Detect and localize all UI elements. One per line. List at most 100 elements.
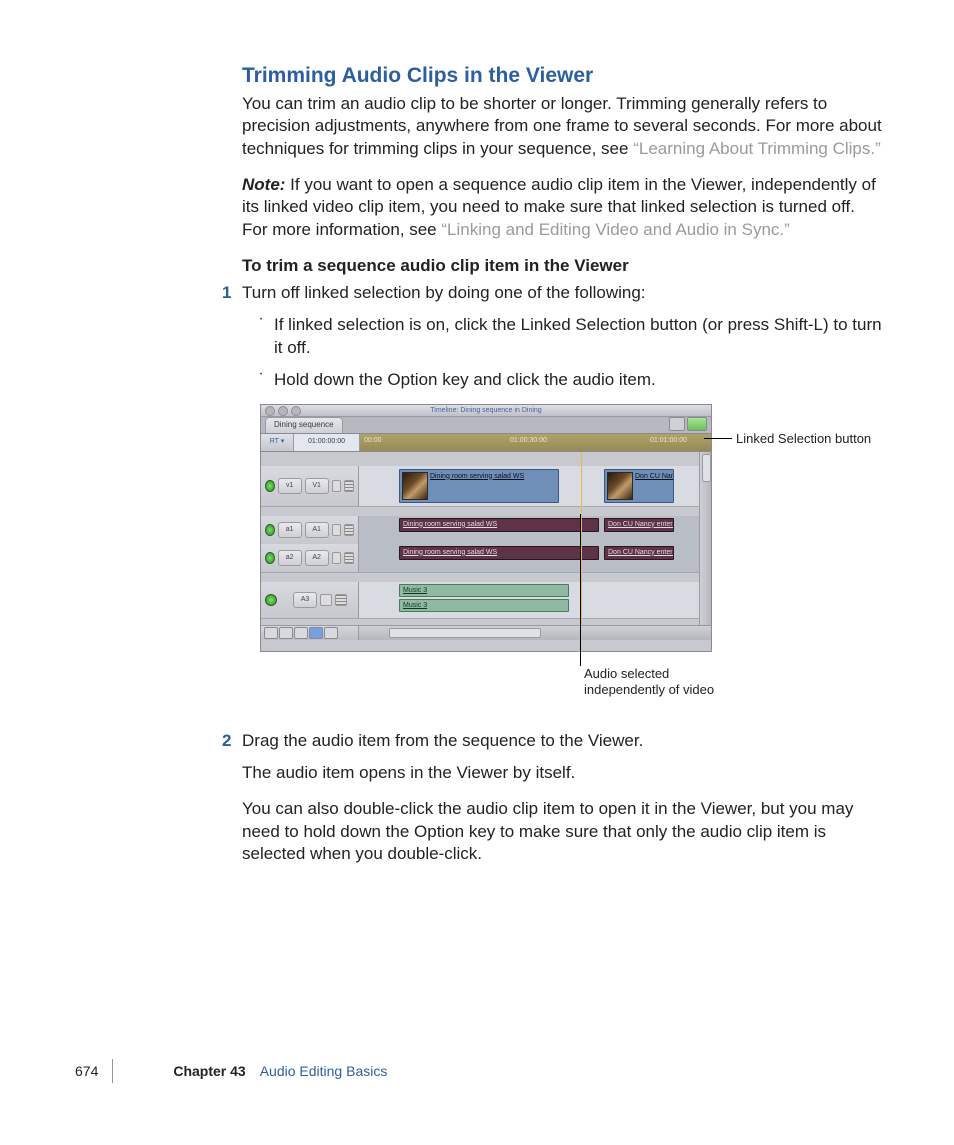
track-v1-lock-icon[interactable] (332, 480, 342, 492)
callout-line-linked (704, 438, 732, 439)
btn-audio-icon[interactable] (264, 627, 278, 639)
xref-linking-editing[interactable]: “Linking and Editing Video and Audio in … (441, 220, 789, 239)
note-label: Note: (242, 175, 290, 194)
note-paragraph: Note: If you want to open a sequence aud… (242, 174, 882, 241)
section-heading: Trimming Audio Clips in the Viewer (242, 62, 882, 90)
clip-a1-don[interactable]: Don CU Nancy enters (604, 518, 674, 532)
toolbar-btn-1[interactable] (669, 417, 685, 431)
chapter-label: Chapter 43 (173, 1062, 245, 1080)
track-v1-dst[interactable]: V1 (305, 478, 329, 494)
callout-audio-line1: Audio selected (584, 666, 669, 681)
horizontal-scrollbar[interactable] (359, 626, 711, 640)
ruler-tick-1: 00:00 (364, 436, 382, 445)
step-1-bullets: If linked selection is on, click the Lin… (260, 314, 882, 391)
track-a3-enable-icon[interactable] (265, 594, 277, 606)
page-number: 674 (75, 1062, 112, 1080)
timeline-figure: Timeline: Dining sequence in Dining Dini… (260, 404, 900, 724)
callout-audio-independent: Audio selected independently of video (584, 666, 714, 700)
ruler-tick-3: 01:01:00:00 (650, 436, 687, 445)
btn-track-height-icon[interactable] (294, 627, 308, 639)
btn-track-layout-icon[interactable] (309, 627, 323, 639)
ruler-tick-2: 01:00:30:00 (510, 436, 547, 445)
time-ruler[interactable]: 00:00 01:00:30:00 01:01:00:00 (360, 434, 711, 451)
track-a2-lane[interactable]: Dining room serving salad WS Don CU Nanc… (359, 544, 699, 572)
step-2-p2: The audio item opens in the Viewer by it… (242, 762, 882, 784)
clip-v1-don-label: Don CU Nancy enters (635, 472, 674, 481)
step-number-2: 2 (222, 730, 231, 752)
step-1-text: Turn off linked selection by doing one o… (242, 283, 646, 302)
track-a1-src[interactable]: a1 (278, 522, 302, 538)
track-a1-dst[interactable]: A1 (305, 522, 329, 538)
track-v1: v1 V1 Dining room serving salad WS Don C… (261, 466, 699, 507)
step-2-text: Drag the audio item from the sequence to… (242, 731, 643, 750)
vertical-scrollbar[interactable] (699, 452, 711, 626)
clip-a1-dining[interactable]: Dining room serving salad WS (399, 518, 599, 532)
track-a1-autoselect-icon[interactable] (344, 524, 354, 536)
track-v1-src[interactable]: v1 (278, 478, 302, 494)
step-2: 2 Drag the audio item from the sequence … (242, 730, 882, 752)
callout-linked-selection: Linked Selection button (736, 430, 871, 447)
window-zoom-dot[interactable] (291, 406, 301, 416)
bullet-2: Hold down the Option key and click the a… (260, 369, 882, 391)
intro-paragraph: You can trim an audio clip to be shorter… (242, 93, 882, 160)
bullet-1: If linked selection is on, click the Lin… (260, 314, 882, 359)
clip-v1-dining[interactable]: Dining room serving salad WS (399, 469, 559, 503)
track-a1: a1 A1 Dining room serving salad WS Don C… (261, 516, 699, 545)
track-a3-lane[interactable]: Music 3 Music 3 (359, 582, 699, 618)
step-2-p3: You can also double-click the audio clip… (242, 798, 882, 865)
sequence-tab[interactable]: Dining sequence (265, 417, 343, 433)
window-title: Timeline: Dining sequence in Dining (430, 407, 541, 414)
track-a1-lock-icon[interactable] (332, 524, 342, 536)
footer-divider (112, 1059, 113, 1083)
steps-title: To trim a sequence audio clip item in th… (242, 255, 882, 277)
track-a2-autoselect-icon[interactable] (344, 552, 354, 564)
clip-thumbnail (402, 472, 428, 500)
clip-a3-music-bot[interactable]: Music 3 (399, 599, 569, 612)
tracks-area: v1 V1 Dining room serving salad WS Don C… (261, 452, 711, 640)
track-v1-header: v1 V1 (261, 466, 359, 506)
track-v1-autoselect-icon[interactable] (344, 480, 354, 492)
track-a2: a2 A2 Dining room serving salad WS Don C… (261, 544, 699, 573)
btn-clip-overlays-icon[interactable] (279, 627, 293, 639)
track-a2-dst[interactable]: A2 (305, 550, 329, 566)
ruler-row: RT ▾ 01:00:00:00 00:00 01:00:30:00 01:01… (261, 434, 711, 452)
track-a1-lane[interactable]: Dining room serving salad WS Don CU Nanc… (359, 516, 699, 544)
track-a2-enable-icon[interactable] (265, 552, 275, 564)
window-close-dot[interactable] (265, 406, 275, 416)
step-1: 1 Turn off linked selection by doing one… (242, 282, 882, 304)
timeline-window: Timeline: Dining sequence in Dining Dini… (260, 404, 712, 652)
current-timecode[interactable]: 01:00:00:00 (294, 434, 359, 451)
page-footer: 674 Chapter 43 Audio Editing Basics (75, 1059, 875, 1083)
clip-a2-dining[interactable]: Dining room serving salad WS (399, 546, 599, 560)
track-a1-enable-icon[interactable] (265, 524, 275, 536)
bottom-bar (261, 625, 711, 640)
track-a3-lock-icon[interactable] (320, 594, 332, 606)
clip-thumbnail (607, 472, 633, 500)
chapter-title: Audio Editing Basics (260, 1062, 388, 1080)
step-number-1: 1 (222, 282, 231, 304)
track-a2-lock-icon[interactable] (332, 552, 342, 564)
window-titlebar: Timeline: Dining sequence in Dining (261, 405, 711, 417)
clip-a2-don[interactable]: Don CU Nancy enters (604, 546, 674, 560)
linked-selection-button[interactable] (687, 417, 707, 431)
track-v1-lane[interactable]: Dining room serving salad WS Don CU Nanc… (359, 466, 699, 506)
playhead[interactable] (581, 452, 582, 626)
track-a3-dst[interactable]: A3 (293, 592, 317, 608)
window-min-dot[interactable] (278, 406, 288, 416)
clip-v1-dining-label: Dining room serving salad WS (430, 472, 524, 481)
btn-5[interactable] (324, 627, 338, 639)
tab-row: Dining sequence (261, 417, 711, 434)
track-a3-autoselect-icon[interactable] (335, 594, 347, 606)
track-a2-src[interactable]: a2 (278, 550, 302, 566)
rt-popup[interactable]: RT ▾ (261, 434, 294, 451)
clip-v1-don[interactable]: Don CU Nancy enters (604, 469, 674, 503)
track-v1-enable-icon[interactable] (265, 480, 275, 492)
callout-vline-audio (580, 514, 581, 666)
xref-trimming-clips[interactable]: “Learning About Trimming Clips.” (633, 139, 881, 158)
track-a3-header: A3 (261, 582, 359, 618)
track-a3: A3 Music 3 Music 3 (261, 582, 699, 619)
callout-audio-line2: independently of video (584, 682, 714, 697)
track-a2-header: a2 A2 (261, 544, 359, 572)
track-a1-header: a1 A1 (261, 516, 359, 544)
clip-a3-music-top[interactable]: Music 3 (399, 584, 569, 597)
